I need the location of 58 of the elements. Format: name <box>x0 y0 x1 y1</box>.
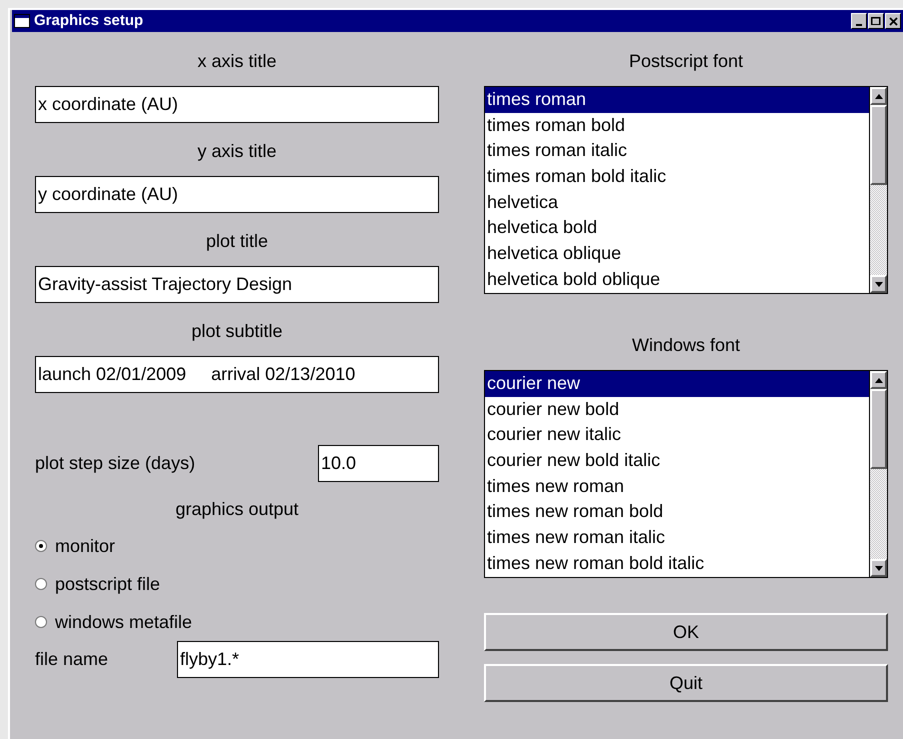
list-label: Windows font <box>632 334 740 357</box>
radio-label: windows metafile <box>55 610 192 634</box>
list-item[interactable]: times roman <box>485 87 869 113</box>
radio-button[interactable] <box>35 540 47 552</box>
down-arrow-icon <box>874 566 882 570</box>
scrollbar[interactable] <box>869 371 887 577</box>
field-label: file name <box>35 648 110 671</box>
field-label: y axis title <box>197 140 277 163</box>
maximize-icon <box>871 16 881 26</box>
text-field[interactable]: launch 02/01/2009 arrival 02/13/2010 <box>35 356 439 393</box>
text-field[interactable]: x coordinate (AU) <box>35 86 439 123</box>
radio-button[interactable] <box>35 578 47 590</box>
field-label: plot title <box>206 230 268 253</box>
text-field[interactable]: y coordinate (AU) <box>35 176 439 213</box>
list-item[interactable]: times new roman <box>485 474 869 500</box>
close-icon <box>888 16 898 26</box>
minimize-icon <box>856 24 862 26</box>
list-item[interactable]: courier new italic <box>485 422 869 448</box>
down-arrow-icon <box>874 282 882 286</box>
file-name-field[interactable]: flyby1.* <box>177 641 439 678</box>
quit-button[interactable]: Quit <box>484 664 888 702</box>
radio-label: monitor <box>55 534 116 558</box>
scrollbar[interactable] <box>869 87 887 293</box>
list-item[interactable]: helvetica <box>485 190 869 216</box>
list-item[interactable]: times new roman italic <box>485 525 869 551</box>
window-title: Graphics setup <box>34 10 144 31</box>
list-item[interactable]: helvetica oblique <box>485 241 869 267</box>
minimize-button[interactable] <box>851 13 867 29</box>
list-item[interactable]: courier new bold <box>485 396 869 422</box>
ok-button[interactable]: OK <box>484 613 888 651</box>
list-item[interactable]: times roman italic <box>485 138 869 164</box>
list-item[interactable]: times roman bold <box>485 112 869 138</box>
list-label: Postscript font <box>628 50 744 73</box>
field-label: plot subtitle <box>191 320 283 343</box>
text-field[interactable]: Gravity-assist Trajectory Design <box>35 266 439 303</box>
scroll-thumb[interactable] <box>870 105 887 185</box>
list-item[interactable]: helvetica bold <box>485 215 869 242</box>
radio-label: postscript file <box>55 572 160 596</box>
step-size-field[interactable]: 10.0 <box>318 444 439 482</box>
maximize-button[interactable] <box>868 13 884 29</box>
scroll-thumb[interactable] <box>870 389 887 469</box>
scroll-down-button[interactable] <box>870 559 887 577</box>
radio-button[interactable] <box>35 616 47 628</box>
scroll-up-button[interactable] <box>870 87 887 105</box>
up-arrow-icon <box>874 94 882 98</box>
group-label: graphics output <box>175 498 299 521</box>
close-button[interactable] <box>885 13 901 29</box>
scroll-down-button[interactable] <box>870 275 887 293</box>
list-item[interactable]: times roman bold italic <box>485 164 869 190</box>
list-item[interactable]: courier new bold italic <box>485 448 869 474</box>
list-item[interactable]: times new roman bold italic <box>485 550 869 576</box>
scroll-up-button[interactable] <box>870 371 887 389</box>
up-arrow-icon <box>874 378 882 382</box>
list-item[interactable]: helvetica bold oblique <box>485 266 869 292</box>
field-label: x axis title <box>197 50 277 73</box>
list-item[interactable]: times new roman bold <box>485 499 869 526</box>
field-label: plot step size (days) <box>35 452 196 475</box>
list-item[interactable]: courier new <box>485 371 869 397</box>
